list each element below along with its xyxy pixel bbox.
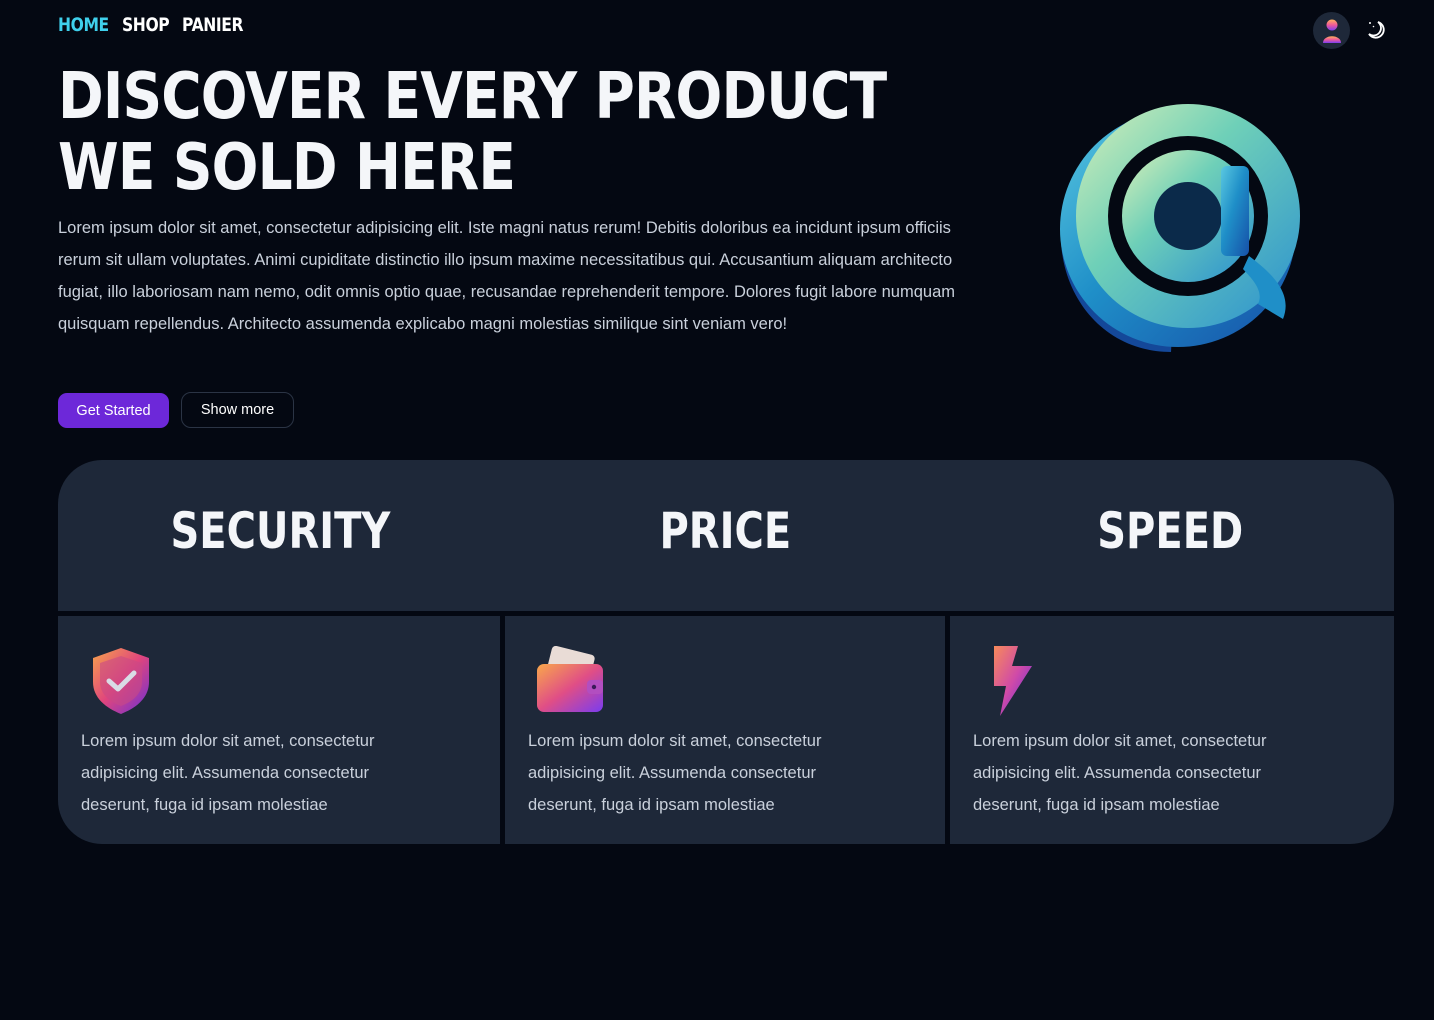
nav-panier-link[interactable]: PANIER	[182, 14, 243, 36]
feature-card-speed: Lorem ipsum dolor sit amet, consectetur …	[950, 616, 1394, 844]
hero-title: DISCOVER EVERY PRODUCT WE SOLD HERE	[58, 60, 887, 205]
lightning-icon	[994, 646, 1032, 716]
shield-check-icon	[93, 648, 149, 714]
user-icon	[1322, 19, 1341, 43]
feature-card-price: Lorem ipsum dolor sit amet, consectetur …	[505, 616, 945, 844]
feature-text-security: Lorem ipsum dolor sit amet, consectetur …	[81, 732, 375, 814]
feature-title-price: PRICE	[659, 502, 792, 560]
nav-home-link[interactable]: HOME	[58, 14, 109, 36]
at-sign-3d-icon	[1060, 104, 1300, 352]
main-nav: HOME SHOP PANIER	[58, 14, 246, 36]
show-more-button[interactable]: Show more	[181, 392, 294, 428]
features-section: SECURITY PRICE SPEED Lorem ipsum dolor s…	[58, 460, 1394, 844]
hero-description: Lorem ipsum dolor sit amet, consectetur …	[58, 219, 956, 333]
feature-title-speed: SPEED	[1097, 502, 1244, 560]
moon-icon	[1368, 21, 1385, 39]
user-avatar-button[interactable]	[1313, 12, 1350, 49]
feature-title-security: SECURITY	[170, 502, 391, 560]
feature-card-security: Lorem ipsum dolor sit amet, consectetur …	[58, 616, 500, 844]
wallet-icon	[537, 646, 603, 712]
feature-text-speed: Lorem ipsum dolor sit amet, consectetur …	[973, 732, 1267, 814]
features-header: SECURITY PRICE SPEED	[58, 460, 1394, 611]
get-started-button[interactable]: Get Started	[58, 393, 169, 428]
theme-toggle-button[interactable]	[1363, 17, 1387, 41]
nav-shop-link[interactable]: SHOP	[122, 14, 170, 36]
feature-text-price: Lorem ipsum dolor sit amet, consectetur …	[528, 732, 822, 814]
